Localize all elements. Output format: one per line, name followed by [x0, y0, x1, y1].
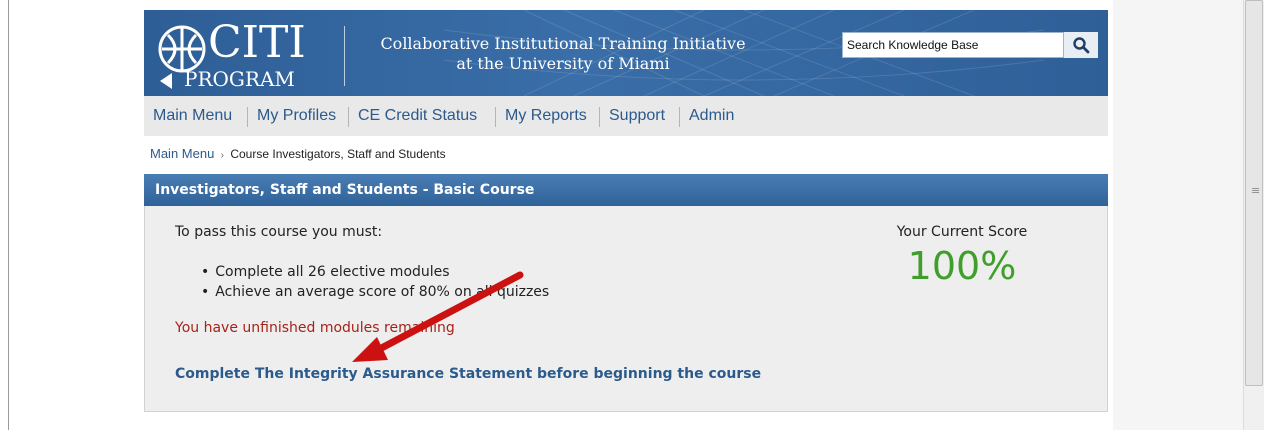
- breadcrumb: Main Menu › Course Investigators, Staff …: [150, 146, 446, 161]
- course-title: Investigators, Staff and Students - Basi…: [144, 174, 1108, 206]
- requirements-list: Complete all 26 elective modules Achieve…: [201, 262, 549, 302]
- unfinished-warning: You have unfinished modules remaining: [175, 320, 455, 336]
- nav-support[interactable]: Support: [600, 96, 674, 136]
- requirements-title: To pass this course you must:: [175, 224, 383, 240]
- search-button[interactable]: [1064, 32, 1098, 58]
- logo-top-text: CITI: [208, 17, 306, 68]
- breadcrumb-main-menu[interactable]: Main Menu: [150, 146, 214, 161]
- nav-ce-credit-status[interactable]: CE Credit Status: [349, 96, 486, 136]
- breadcrumb-current: Course Investigators, Staff and Students: [230, 147, 446, 161]
- scroll-grip-icon: ≡: [1251, 184, 1261, 197]
- site-header: CITI PROGRAM Collaborative Institutional…: [144, 10, 1108, 96]
- main-nav: Main Menu My Profiles CE Credit Status M…: [144, 96, 1108, 136]
- integrity-assurance-link[interactable]: Complete The Integrity Assurance Stateme…: [175, 366, 761, 382]
- tagline-line-2: at the University of Miami: [456, 54, 670, 73]
- breadcrumb-separator: ›: [220, 150, 224, 161]
- nav-main-menu[interactable]: Main Menu: [144, 96, 241, 136]
- scrollbar-thumb[interactable]: ≡: [1245, 0, 1263, 386]
- left-gutter: [9, 0, 112, 430]
- citi-logo[interactable]: CITI PROGRAM: [158, 15, 348, 90]
- score-label: Your Current Score: [896, 224, 1028, 240]
- logo-bottom-text: PROGRAM: [184, 67, 295, 90]
- right-gutter: [1113, 0, 1243, 430]
- nav-my-reports[interactable]: My Reports: [496, 96, 596, 136]
- search-icon: [1073, 37, 1090, 54]
- logo-divider: [344, 26, 345, 86]
- tagline-line-1: Collaborative Institutional Training Ini…: [380, 34, 746, 53]
- tagline: Collaborative Institutional Training Ini…: [358, 34, 768, 74]
- vertical-scrollbar[interactable]: ≡: [1243, 0, 1264, 430]
- nav-admin[interactable]: Admin: [680, 96, 743, 136]
- nav-my-profiles[interactable]: My Profiles: [248, 96, 345, 136]
- score-value: 100%: [907, 244, 1017, 288]
- search-input[interactable]: Search Knowledge Base: [842, 32, 1064, 58]
- course-panel: To pass this course you must: Complete a…: [144, 206, 1108, 412]
- requirement-item: Complete all 26 elective modules: [201, 262, 549, 282]
- requirement-item: Achieve an average score of 80% on all q…: [201, 282, 549, 302]
